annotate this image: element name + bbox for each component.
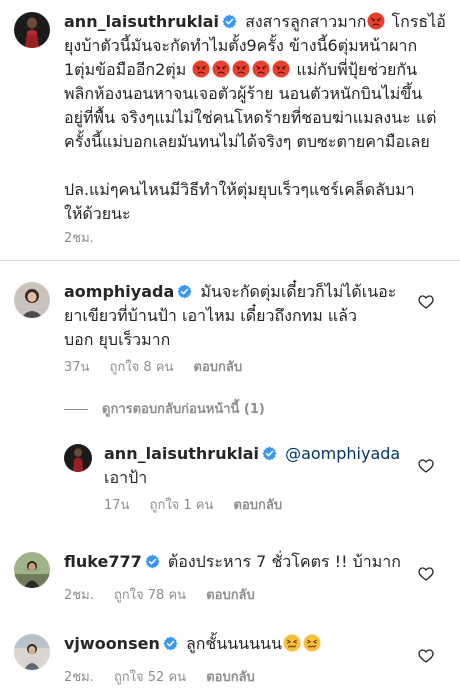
caption-text-segment: 1ตุ่มข้อมืออีก2ตุ่ม: [64, 60, 187, 79]
comment-username[interactable]: aomphiyada: [64, 282, 174, 301]
caption-line-4: พลิกห้องนอนหาจนเจอตัวผู้ร้าย นอนตัวหนักบ…: [64, 84, 423, 103]
comment-meta: 37น ถูกใจ 8 คน ตอบกลับ: [64, 356, 258, 377]
angry-face-emoji: [192, 60, 210, 78]
angry-face-emoji: [272, 60, 290, 78]
comment-line: vjwoonsen ลูกชั้นนนนนน: [64, 632, 414, 656]
comment-meta: 2ชม. ถูกใจ 78 คน ตอบกลับ: [64, 584, 271, 605]
avatar-ann-reply[interactable]: [64, 444, 92, 472]
verified-badge-icon: [145, 554, 160, 569]
caption-text-segment: แม่กับพี่ปุ้ยช่วยกัน: [296, 60, 418, 79]
mention-link[interactable]: @aomphiyada: [285, 444, 400, 463]
comment-likes[interactable]: ถูกใจ 78 คน: [114, 588, 186, 603]
caption-line-7: ปล.แม่ๆคนไหนมีวิธีทำให้ตุ่มยุบเร็วๆแชร์เ…: [64, 180, 415, 199]
reply-timestamp[interactable]: 17น: [104, 498, 129, 513]
comment-line: aomphiyada มันจะกัดตุ่มเดี๋ยวก็ไม่ได้เนอ…: [64, 280, 414, 304]
reply-button[interactable]: ตอบกลับ: [194, 360, 243, 375]
like-heart-icon[interactable]: [418, 458, 434, 474]
verified-badge-icon: [222, 14, 237, 29]
verified-badge-icon: [177, 284, 192, 299]
angry-face-emoji: [252, 60, 270, 78]
caption-line-5: อยู่ที่พื้น จริงๆแม่ไม่ใช่คนโหดร้ายที่ชอ…: [64, 108, 437, 127]
replies-dash: [64, 409, 88, 410]
caption-username[interactable]: ann_laisuthruklai: [64, 12, 219, 31]
comment-line: บอก ยุบเร็วมาก: [64, 330, 171, 349]
reply-username[interactable]: ann_laisuthruklai: [104, 444, 259, 463]
caption-line-8: ให้ด้วยนะ: [64, 204, 131, 223]
comment-aomphiyada-text: aomphiyada มันจะกัดตุ่มเดี๋ยวก็ไม่ได้เนอ…: [64, 280, 414, 352]
verified-badge-icon: [262, 446, 277, 461]
caption-text-segment: โกรธไอ้: [391, 12, 446, 31]
reply-line: ann_laisuthruklai @aomphiyada: [104, 442, 414, 466]
avatar-ann[interactable]: [14, 12, 50, 48]
comment-timestamp[interactable]: 2ชม.: [64, 588, 94, 603]
comment-username[interactable]: fluke777: [64, 552, 142, 571]
caption-timestamp[interactable]: 2ชม.: [64, 231, 94, 246]
caption-line-3: 1ตุ่มข้อมืออีก2ตุ่ม แม่กับพี่ปุ้ยช่วยกัน: [64, 58, 449, 82]
comment-timestamp[interactable]: 37น: [64, 360, 89, 375]
like-heart-icon[interactable]: [418, 648, 434, 664]
comment-meta: 2ชม. ถูกใจ 52 คน ตอบกลับ: [64, 666, 271, 687]
caption-line-6: ครั้งนี้แม่บอกเลยมันทนไม่ได้จริงๆ ตบซะตา…: [64, 132, 430, 151]
reply-likes[interactable]: ถูกใจ 1 คน: [150, 498, 214, 513]
angry-face-emoji: [212, 60, 230, 78]
avatar-fluke777[interactable]: [14, 552, 50, 588]
caption-divider: [0, 260, 460, 261]
caption-line-2: ยุงบ้าตัวนี้มันจะกัดทำไมตั้ง9ครั้ง ข้างน…: [64, 36, 418, 55]
comment-likes[interactable]: ถูกใจ 8 คน: [110, 360, 174, 375]
caption-line-1: ann_laisuthruklai สงสารลูกสาวมาก โกรธไอ้: [64, 10, 449, 34]
caption-text-segment: สงสารลูกสาวมาก: [245, 12, 367, 31]
reply-meta: 17น ถูกใจ 1 คน ตอบกลับ: [104, 494, 298, 515]
angry-face-emoji: [367, 12, 385, 30]
reply-line: เอาป้า: [104, 468, 148, 487]
comment-timestamp[interactable]: 2ชม.: [64, 670, 94, 685]
caption-line-blank: [64, 154, 449, 178]
comment-text-segment: มันจะกัดตุ่มเดี๋ยวก็ไม่ได้เนอะ: [200, 282, 397, 301]
angry-face-emoji: [232, 60, 250, 78]
avatar-aomphiyada[interactable]: [14, 282, 50, 318]
confounded-face-emoji: [303, 634, 321, 652]
like-heart-icon[interactable]: [418, 566, 434, 582]
verified-badge-icon: [163, 636, 178, 651]
comment-likes[interactable]: ถูกใจ 52 คน: [114, 670, 186, 685]
avatar-vjwoonsen[interactable]: [14, 634, 50, 670]
comment-username[interactable]: vjwoonsen: [64, 634, 160, 653]
comment-vjwoonsen-text: vjwoonsen ลูกชั้นนนนนน: [64, 632, 414, 656]
comment-line: fluke777 ต้องประหาร 7 ชั่วโคตร !! บ้ามาก: [64, 550, 414, 574]
view-previous-replies[interactable]: ดูการตอบกลับก่อนหน้านี้ (1): [64, 398, 265, 419]
comment-line: ยาเขียวที่บ้านป้า เอาไหม เดี๋ยวถึงกทม แล…: [64, 306, 357, 325]
comment-text-segment: ต้องประหาร 7 ชั่วโคตร !! บ้ามาก: [167, 552, 401, 571]
caption: ann_laisuthruklai สงสารลูกสาวมาก โกรธไอ้…: [0, 0, 460, 248]
reply-button[interactable]: ตอบกลับ: [234, 498, 283, 513]
comment-fluke777-text: fluke777 ต้องประหาร 7 ชั่วโคตร !! บ้ามาก: [64, 550, 414, 574]
confounded-face-emoji: [283, 634, 301, 652]
caption-meta: 2ชม.: [64, 227, 110, 248]
view-replies-label: ดูการตอบกลับก่อนหน้านี้ (1): [102, 402, 265, 417]
reply-button[interactable]: ตอบกลับ: [206, 670, 255, 685]
like-heart-icon[interactable]: [418, 294, 434, 310]
reply-button[interactable]: ตอบกลับ: [206, 588, 255, 603]
comment-text-segment: ลูกชั้นนนนนน: [185, 634, 282, 653]
reply-ann-text: ann_laisuthruklai @aomphiyada เอาป้า: [104, 442, 414, 490]
caption-text: ann_laisuthruklai สงสารลูกสาวมาก โกรธไอ้…: [64, 10, 449, 226]
